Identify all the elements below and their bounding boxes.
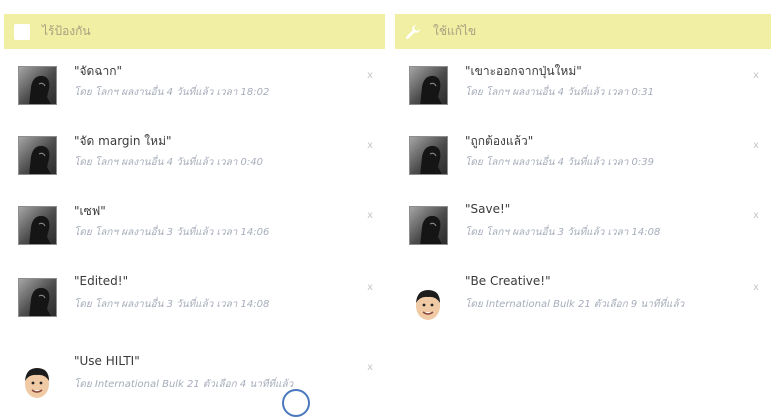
close-icon[interactable]: x [753, 210, 759, 221]
item-meta: โดย โลกฯ ผลงานอื่น 3 วันที่แล้ว เวลา 14:… [465, 227, 661, 238]
item-meta: โดย โลกฯ ผลงานอื่น 4 วันที่แล้ว เวลา 0:3… [465, 87, 654, 98]
close-icon[interactable]: x [367, 362, 373, 373]
left-panel: ไร้ป้องกัน "จัดฉาก" โดย โลกฯ ผลงานอื่น 4… [4, 14, 385, 398]
wrench-icon [405, 24, 421, 40]
list-item[interactable]: "เซฟ" โดย โลกฯ ผลงานอื่น 3 วันที่แล้ว เว… [4, 202, 385, 262]
avatar [409, 136, 448, 175]
list-item[interactable]: "จัด margin ใหม่" โดย โลกฯ ผลงานอื่น 4 ว… [4, 132, 385, 192]
item-meta: โดย International Bulk 21 ตัวเลือก 9 นาท… [465, 299, 685, 310]
close-icon[interactable]: x [753, 282, 759, 293]
avatar [18, 206, 57, 245]
avatar [409, 66, 448, 105]
item-title[interactable]: "Be Creative!" [465, 274, 551, 288]
list-item[interactable]: "Save!" โดย โลกฯ ผลงานอื่น 3 วันที่แล้ว … [395, 202, 771, 262]
item-title[interactable]: "Use HILTI" [74, 354, 140, 368]
avatar [18, 136, 57, 175]
item-meta: โดย โลกฯ ผลงานอื่น 4 วันที่แล้ว เวลา 0:4… [74, 157, 263, 168]
close-icon[interactable]: x [367, 70, 373, 81]
item-meta: โดย International Bulk 21 ตัวเลือก 4 นาท… [74, 379, 294, 390]
right-panel-title: ใช้แก้ไข [433, 24, 477, 38]
list-item[interactable]: "จัดฉาก" โดย โลกฯ ผลงานอื่น 4 วันที่แล้ว… [4, 62, 385, 122]
list-item[interactable]: "Use HILTI" โดย International Bulk 21 ตั… [4, 354, 385, 414]
item-meta: โดย โลกฯ ผลงานอื่น 4 วันที่แล้ว เวลา 18:… [74, 87, 270, 98]
avatar [18, 278, 57, 317]
left-panel-title: ไร้ป้องกัน [42, 24, 91, 38]
avatar [18, 364, 57, 403]
item-title[interactable]: "จัด margin ใหม่" [74, 132, 172, 151]
item-title[interactable]: "Save!" [465, 202, 510, 216]
close-icon[interactable]: x [753, 140, 759, 151]
close-icon[interactable]: x [367, 210, 373, 221]
list-item[interactable]: "Edited!" โดย โลกฯ ผลงานอื่น 3 วันที่แล้… [4, 274, 385, 334]
right-panel: ใช้แก้ไข "เขาะออกจากปุ่นใหม่" โดย โลกฯ ผ… [395, 14, 771, 320]
avatar [409, 286, 448, 325]
right-panel-header: ใช้แก้ไข [395, 14, 771, 49]
list-item[interactable]: "ถูกต้องแล้ว" โดย โลกฯ ผลงานอื่น 4 วันที… [395, 132, 771, 192]
item-meta: โดย โลกฯ ผลงานอื่น 4 วันที่แล้ว เวลา 0:3… [465, 157, 654, 168]
avatar [409, 206, 448, 245]
item-title[interactable]: "Edited!" [74, 274, 128, 288]
close-icon[interactable]: x [367, 140, 373, 151]
avatar [18, 66, 57, 105]
item-meta: โดย โลกฯ ผลงานอื่น 3 วันที่แล้ว เวลา 14:… [74, 299, 270, 310]
close-icon[interactable]: x [367, 282, 373, 293]
item-title[interactable]: "จัดฉาก" [74, 62, 122, 81]
checkbox-icon[interactable] [14, 23, 30, 40]
item-title[interactable]: "เซฟ" [74, 202, 106, 221]
close-icon[interactable]: x [753, 70, 759, 81]
item-meta: โดย โลกฯ ผลงานอื่น 3 วันที่แล้ว เวลา 14:… [74, 227, 270, 238]
list-item[interactable]: "เขาะออกจากปุ่นใหม่" โดย โลกฯ ผลงานอื่น … [395, 62, 771, 122]
list-item[interactable]: "Be Creative!" โดย International Bulk 21… [395, 274, 771, 334]
item-title[interactable]: "ถูกต้องแล้ว" [465, 132, 533, 151]
left-panel-header: ไร้ป้องกัน [4, 14, 385, 49]
cursor-highlight-indicator [282, 389, 310, 417]
item-title[interactable]: "เขาะออกจากปุ่นใหม่" [465, 62, 582, 81]
